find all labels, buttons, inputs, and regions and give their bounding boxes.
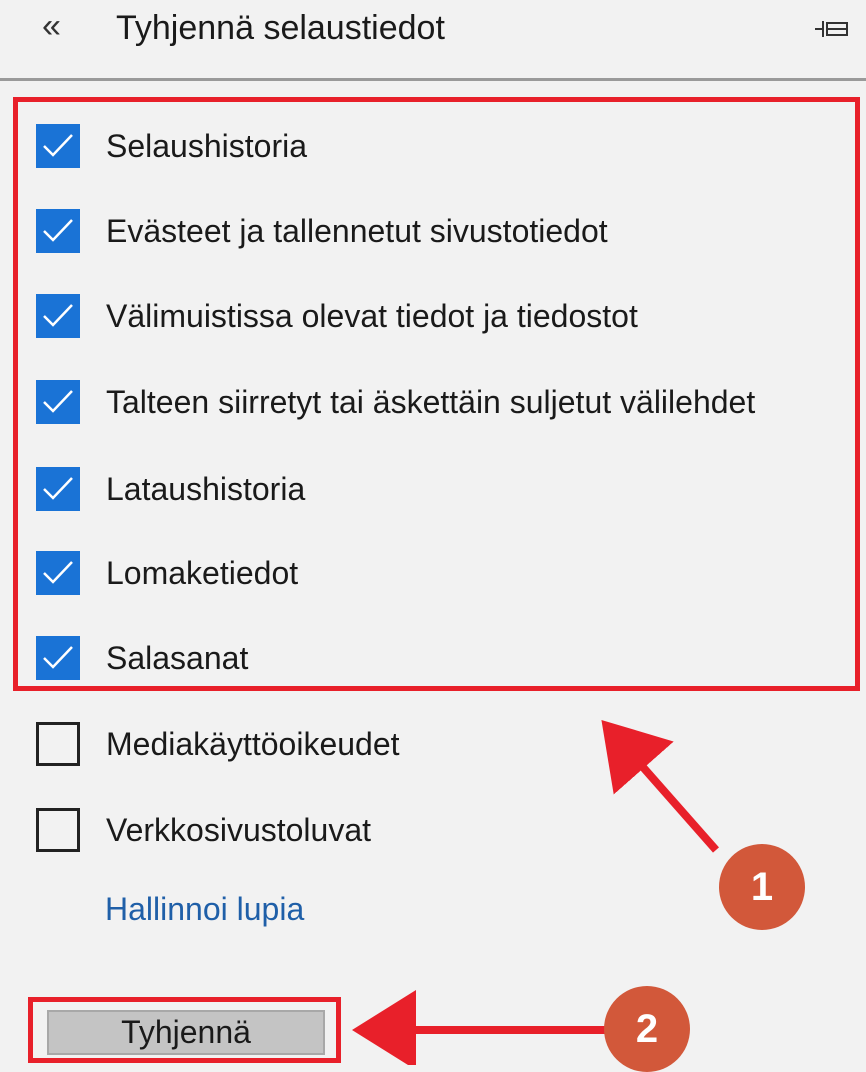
annotation-badge-1: 1	[719, 844, 805, 930]
annotation-badge-2: 2	[604, 986, 690, 1072]
arrow-1	[601, 719, 720, 853]
